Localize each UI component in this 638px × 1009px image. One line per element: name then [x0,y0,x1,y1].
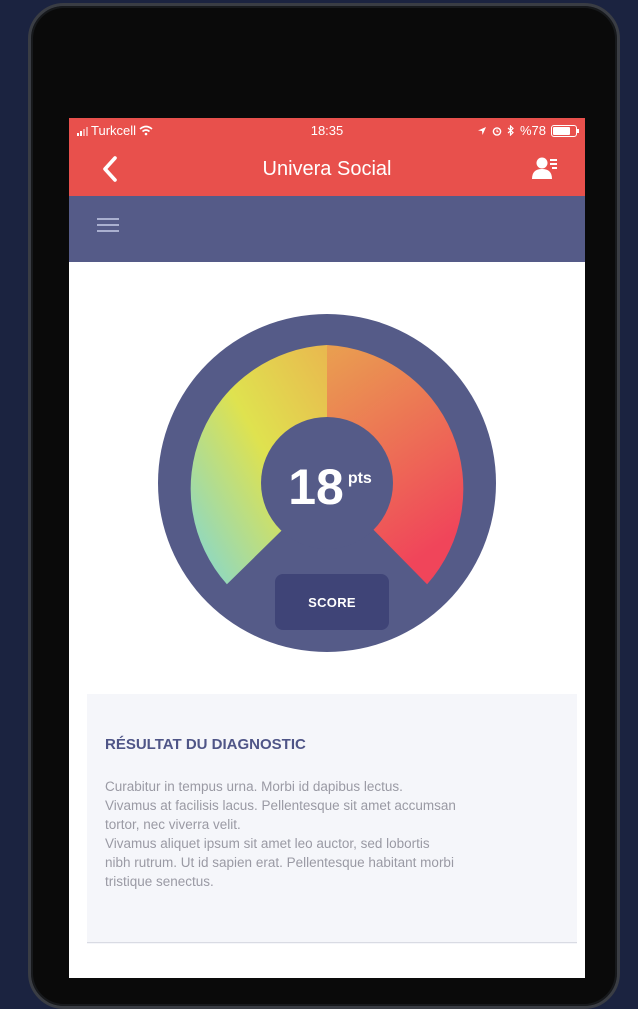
status-bar: Turkcell 18:35 %78 [69,118,585,142]
user-list-icon [532,157,557,179]
status-right-group: %78 [477,123,579,138]
result-line: nibh rutrum. Ut id sapien erat. Pellente… [105,855,454,870]
battery-icon [551,124,579,137]
result-line: tristique senectus. [105,874,214,889]
score-number: 18 [288,459,344,515]
score-button[interactable]: SCORE [275,574,389,630]
battery-percent: %78 [519,123,546,138]
bluetooth-icon [507,125,514,136]
menu-bar [69,196,585,262]
score-value: 18 pts [245,458,415,516]
result-text: Curabitur in tempus urna. Morbi id dapib… [105,777,567,891]
result-line: Vivamus at facilisis lacus. Pellentesque… [105,798,456,813]
app-screen: Turkcell 18:35 %78 Univera Social 18 pts… [69,118,585,978]
divider [87,942,577,943]
header-bar: Univera Social [69,142,585,196]
phone-frame: Turkcell 18:35 %78 Univera Social 18 pts… [28,3,620,1009]
result-title: RÉSULTAT DU DIAGNOSTIC [105,736,306,753]
result-line: Vivamus aliquet ipsum sit amet leo aucto… [105,836,430,851]
location-icon [477,126,486,135]
score-unit: pts [347,470,372,487]
hamburger-icon[interactable] [97,218,119,234]
profile-button[interactable] [531,155,559,183]
alarm-icon [492,126,502,136]
result-line: tortor, nec viverra velit. [105,817,241,832]
page-title: Univera Social [262,158,392,180]
result-line: Curabitur in tempus urna. Morbi id dapib… [105,779,403,794]
diagnostic-result-card: RÉSULTAT DU DIAGNOSTIC Curabitur in temp… [87,694,577,944]
